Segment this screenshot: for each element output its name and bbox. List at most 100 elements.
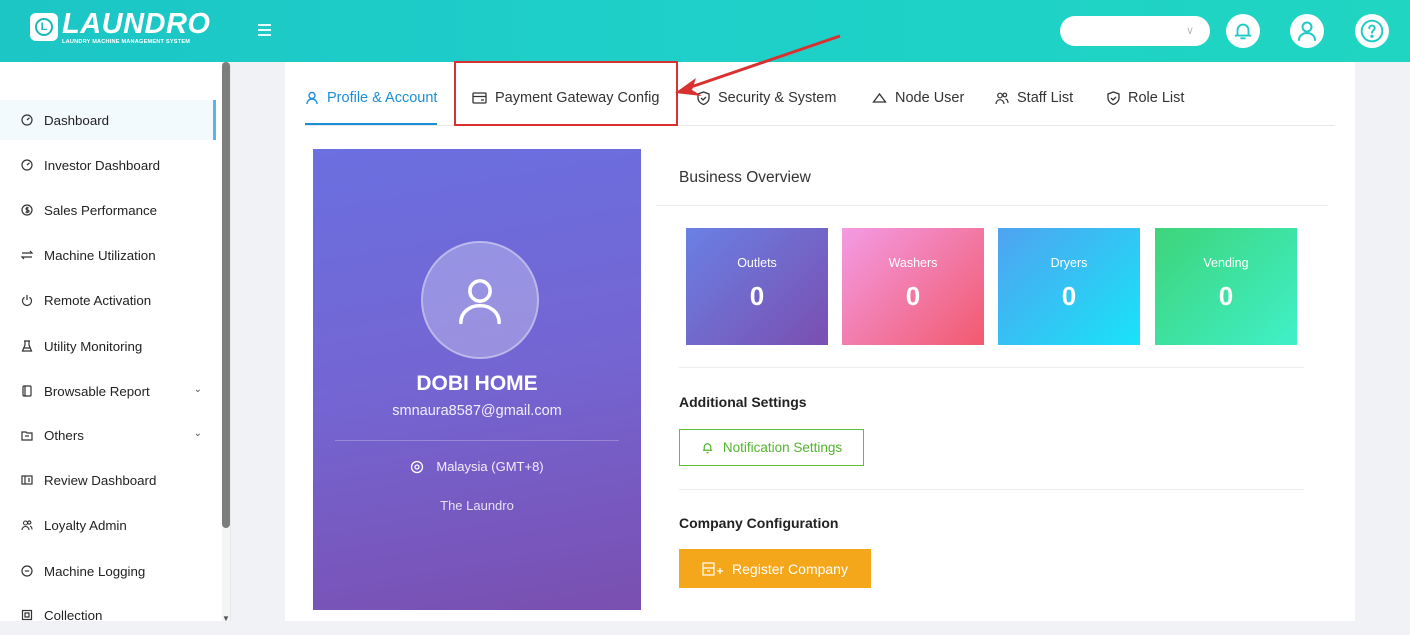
sidebar-item-utility-monitoring[interactable]: Utility Monitoring <box>0 326 216 366</box>
user-menu-button[interactable] <box>1290 14 1324 48</box>
tab-profile-account[interactable]: Profile & Account <box>305 90 438 125</box>
notification-settings-label: Notification Settings <box>722 440 843 455</box>
report-icon <box>20 384 34 398</box>
log-icon <box>20 564 34 578</box>
stat-label: Dryers <box>1050 256 1088 270</box>
chevron-down-icon: ⌄ <box>193 428 202 439</box>
chevron-down-icon: ⌄ <box>193 384 202 395</box>
review-icon <box>20 473 34 487</box>
company-configuration-title: Company Configuration <box>679 515 839 531</box>
help-button[interactable] <box>1355 14 1389 48</box>
team-icon <box>20 518 34 532</box>
annotation-arrow <box>675 34 841 96</box>
tab-payment-gateway-config[interactable]: Payment Gateway Config <box>472 90 659 125</box>
sidebar-item-label: Machine Logging <box>44 563 146 579</box>
tab-node-user[interactable]: Node User <box>872 90 964 125</box>
register-company-label: Register Company <box>732 560 848 577</box>
sidebar-item-label: Remote Activation <box>44 292 152 308</box>
scroll-down-arrow-icon[interactable]: ▼ <box>222 614 230 623</box>
notification-button[interactable] <box>1226 14 1260 48</box>
sidebar-item-label: Others <box>44 427 84 443</box>
sidebar-item-label: Collection <box>44 607 103 623</box>
user-icon <box>305 91 319 105</box>
sidebar-item-label: Loyalty Admin <box>44 517 127 533</box>
stat-card-washers[interactable]: Washers 0 <box>842 228 984 345</box>
sidebar-item-loyalty-admin[interactable]: Loyalty Admin <box>0 505 216 545</box>
others-icon <box>20 428 34 442</box>
profile-card: DOBI HOME smnaura8587@gmail.com Malaysia… <box>313 149 641 610</box>
sidebar-item-label: Browsable Report <box>44 383 150 399</box>
sidebar-item-sales-performance[interactable]: Sales Performance <box>0 190 216 230</box>
sidebar-item-remote-activation[interactable]: Remote Activation <box>0 280 216 320</box>
sidebar-item-label: Dashboard <box>44 112 110 128</box>
stat-value: 0 <box>905 281 921 311</box>
profile-location: Malaysia (GMT+8) <box>313 459 641 474</box>
profile-email: smnaura8587@gmail.com <box>392 403 562 419</box>
notification-settings-button[interactable]: Notification Settings <box>679 429 864 466</box>
tab-label: Staff List <box>1017 90 1074 106</box>
sidebar-item-dashboard[interactable]: Dashboard <box>0 100 216 140</box>
logo-tagline: LAUNDRY MACHINE MANAGEMENT SYSTEM <box>62 39 191 45</box>
stat-label: Vending <box>1203 256 1249 270</box>
sidebar-item-browsable-report[interactable]: Browsable Report ⌄ <box>0 371 216 411</box>
profile-divider <box>335 440 619 441</box>
sidebar-item-investor-dashboard[interactable]: Investor Dashboard <box>0 145 216 185</box>
profile-company: The Laundro <box>440 498 514 513</box>
bell-icon <box>1234 23 1252 40</box>
menu-icon[interactable] <box>258 24 271 36</box>
tab-role-list[interactable]: Role List <box>1107 90 1184 125</box>
stat-card-outlets[interactable]: Outlets 0 <box>686 228 828 345</box>
chevron-down-icon: ∨ <box>1185 25 1194 37</box>
stat-value: 0 <box>1218 281 1234 311</box>
logo-text: LAUNDRO <box>62 8 211 40</box>
swap-icon <box>20 248 34 262</box>
shield-icon <box>1107 91 1120 105</box>
sidebar-item-label: Sales Performance <box>44 202 158 218</box>
power-icon <box>20 293 34 307</box>
stat-card-dryers[interactable]: Dryers 0 <box>998 228 1140 345</box>
tab-label: Profile & Account <box>327 90 438 106</box>
card-icon <box>472 91 487 105</box>
sidebar-item-label: Utility Monitoring <box>44 338 143 354</box>
sidebar-item-machine-logging[interactable]: Machine Logging <box>0 551 216 591</box>
team-icon <box>995 91 1009 105</box>
tab-label: Payment Gateway Config <box>495 90 660 106</box>
gauge-icon <box>20 113 34 127</box>
dollar-icon <box>20 203 34 217</box>
sidebar-item-review-dashboard[interactable]: Review Dashboard <box>0 460 216 500</box>
sidebar-item-collection[interactable]: Collection <box>0 595 216 635</box>
user-icon <box>459 279 501 325</box>
sidebar: ▼ Dashboard Investor Dashboard Sales Per… <box>0 62 231 623</box>
collection-icon <box>20 608 34 622</box>
tab-staff-list[interactable]: Staff List <box>995 90 1073 125</box>
cloud-icon <box>872 91 887 105</box>
divider <box>679 367 1304 368</box>
profile-location-text: Malaysia (GMT+8) <box>436 459 544 474</box>
stat-label: Washers <box>888 256 938 270</box>
divider <box>656 205 1328 206</box>
sidebar-item-label: Machine Utilization <box>44 247 156 263</box>
register-company-icon <box>702 561 724 576</box>
divider <box>679 489 1304 490</box>
sidebar-item-label: Investor Dashboard <box>44 157 161 173</box>
business-overview-title: Business Overview <box>679 169 811 186</box>
sidebar-item-machine-utilization[interactable]: Machine Utilization <box>0 235 216 275</box>
tab-label: Role List <box>1128 90 1185 106</box>
app-logo[interactable]: L LAUNDRO LAUNDRY MACHINE MANAGEMENT SYS… <box>30 10 211 50</box>
stat-value: 0 <box>1061 281 1077 311</box>
logo-badge: L <box>30 13 58 41</box>
register-company-button[interactable]: Register Company <box>679 549 871 588</box>
logo-badge-letter: L <box>35 18 53 36</box>
gauge-icon <box>20 158 34 172</box>
profile-name: DOBI HOME <box>416 372 538 395</box>
additional-settings-title: Additional Settings <box>679 394 807 410</box>
location-pin-icon <box>411 460 424 473</box>
stat-card-vending[interactable]: Vending 0 <box>1155 228 1297 345</box>
sidebar-item-label: Review Dashboard <box>44 472 157 488</box>
flask-icon <box>20 339 34 353</box>
avatar[interactable] <box>421 241 539 359</box>
sidebar-scrollbar-thumb[interactable] <box>222 62 230 528</box>
help-icon <box>1360 19 1384 43</box>
sidebar-item-others[interactable]: Others ⌄ <box>0 415 216 455</box>
outlet-select[interactable]: ∨ <box>1060 16 1210 46</box>
